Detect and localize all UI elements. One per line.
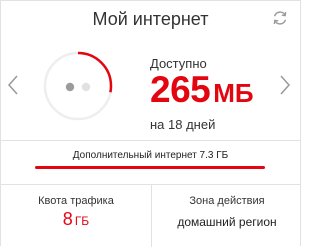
extra-internet-fill (35, 166, 265, 169)
balance-block: Доступно 265 МБ на 18 дней (150, 56, 254, 132)
zone-value: домашний регион (177, 215, 277, 229)
divider (1, 140, 300, 141)
available-unit: МБ (213, 78, 254, 108)
period-label: на 18 дней (150, 117, 216, 132)
refresh-icon[interactable] (271, 9, 289, 27)
zone-cell: Зона действия домашний регион (152, 185, 302, 247)
quota-label: Квота трафика (38, 195, 114, 207)
widget-title: Мой интернет (92, 9, 209, 29)
page-dot-active (65, 82, 75, 92)
quota-number: 8 (62, 209, 73, 229)
available-number: 265 (150, 69, 211, 110)
quota-unit: ГБ (74, 214, 90, 228)
zone-label: Зона действия (189, 195, 265, 207)
extra-internet-label: Дополнительный интернет 7.3 ГБ (72, 150, 229, 161)
chevron-left-icon[interactable] (7, 74, 19, 96)
quota-value: 8 ГБ (1, 209, 151, 230)
extra-internet-bar (35, 166, 265, 169)
usage-gauge (41, 49, 115, 123)
chevron-right-icon[interactable] (279, 74, 291, 96)
available-amount: 265 МБ (150, 69, 254, 116)
quota-cell: Квота трафика 8 ГБ (1, 185, 152, 247)
internet-widget: Мой интернет Доступно 265 МБ на 18 дней … (0, 0, 302, 247)
page-dot-inactive (81, 82, 91, 92)
